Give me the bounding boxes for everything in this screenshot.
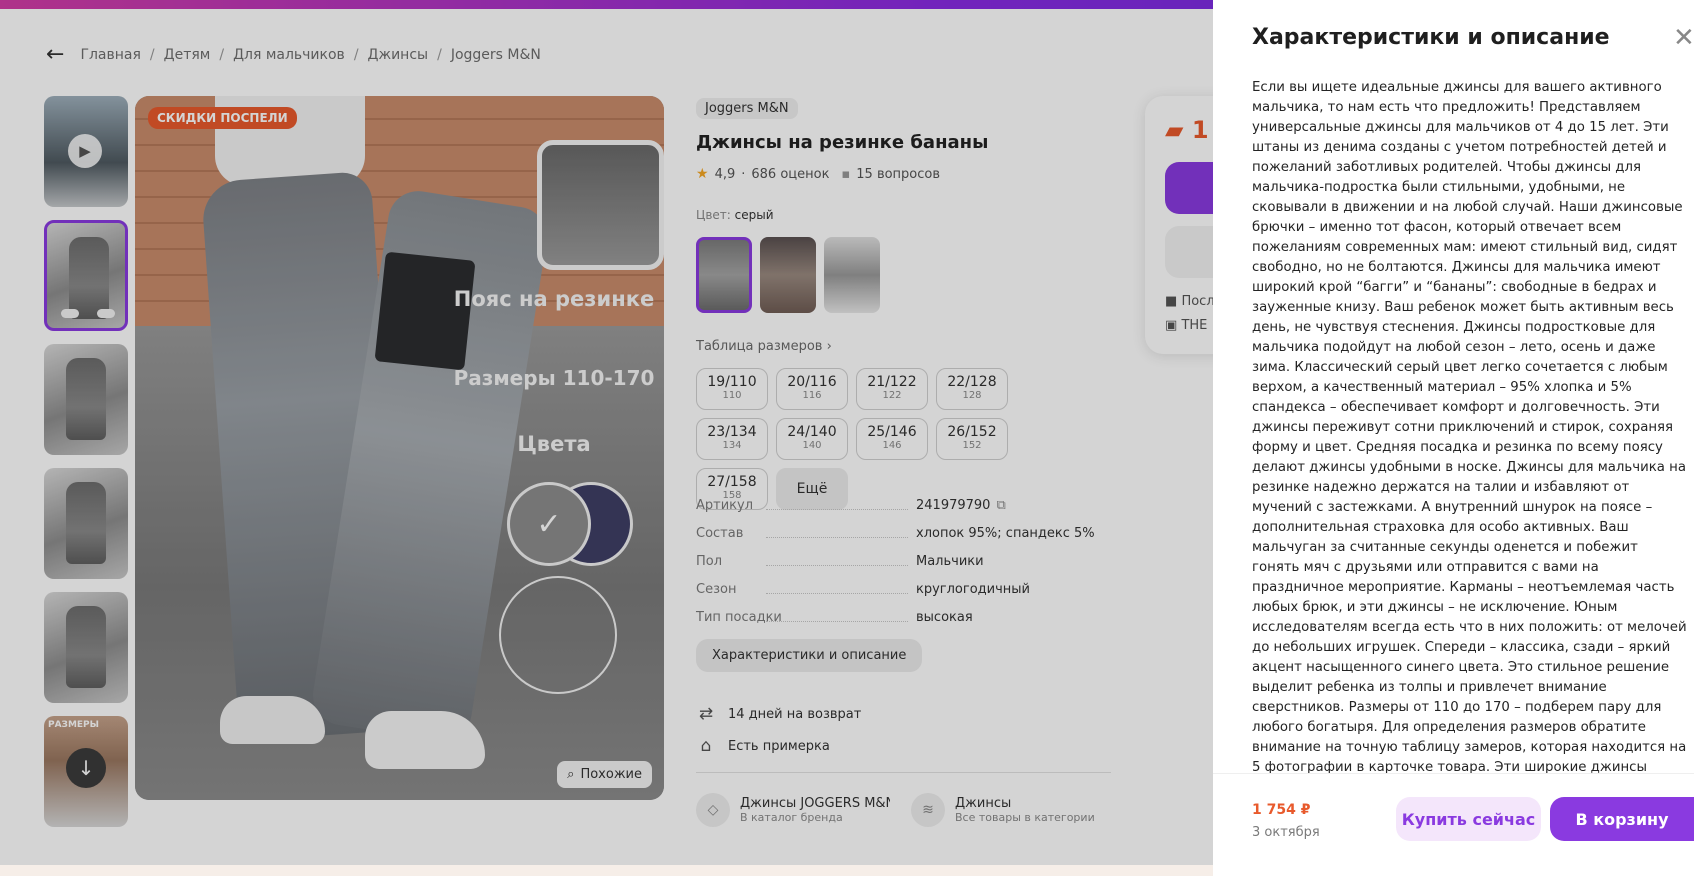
description-panel: Характеристики и описание ✕ Если вы ищет… bbox=[1213, 0, 1694, 876]
add-to-cart-button[interactable]: В корзину bbox=[1550, 797, 1694, 841]
panel-footer: 1 754 ₽ 3 октября Купить сейчас В корзин… bbox=[1213, 773, 1694, 876]
close-icon[interactable]: ✕ bbox=[1673, 25, 1694, 51]
footer-price: 1 754 ₽ bbox=[1252, 802, 1311, 818]
panel-title: Характеристики и описание bbox=[1252, 25, 1610, 50]
delivery-date: 3 октября bbox=[1252, 825, 1320, 840]
description-text: Если вы ищете идеальные джинсы для вашег… bbox=[1252, 80, 1687, 773]
modal-backdrop[interactable] bbox=[0, 0, 1213, 876]
buy-now-button[interactable]: Купить сейчас bbox=[1396, 797, 1541, 841]
